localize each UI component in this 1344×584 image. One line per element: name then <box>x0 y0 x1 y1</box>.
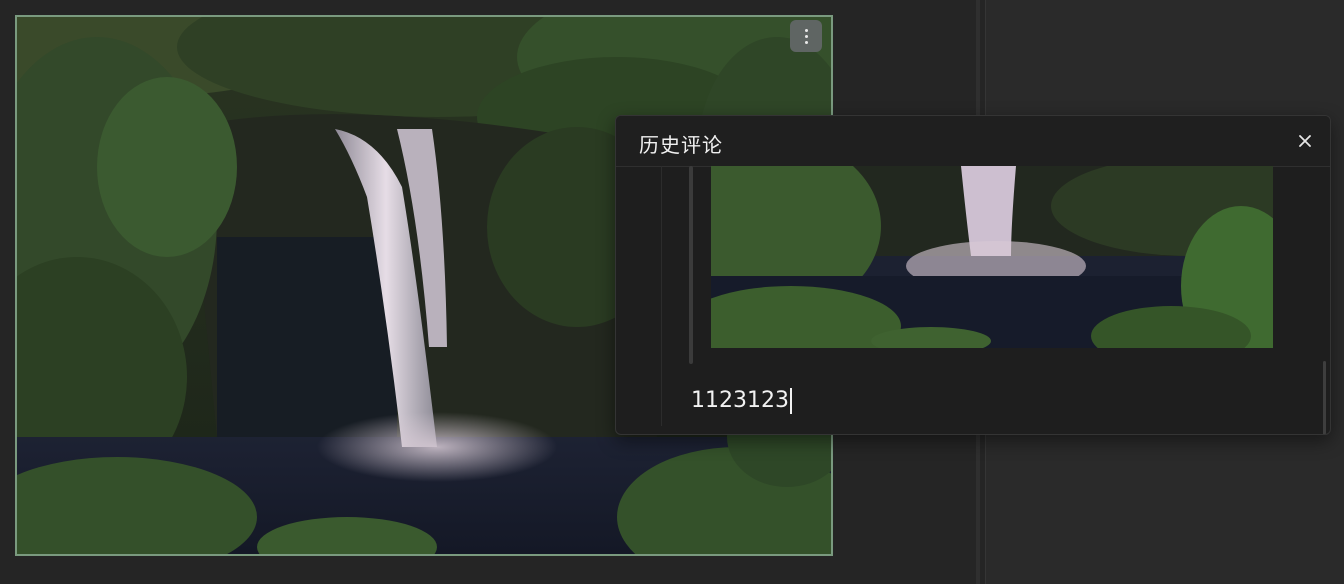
dialog-title: 历史评论 <box>639 133 723 157</box>
quote-bar <box>689 166 693 364</box>
waterfall-thumbnail-photo <box>711 166 1273 348</box>
thread-line <box>661 166 662 426</box>
comment-input[interactable]: 1123123 <box>691 386 1251 416</box>
close-icon <box>1299 135 1311 147</box>
dialog-header: 历史评论 <box>616 116 1330 167</box>
more-options-button[interactable] <box>790 20 822 52</box>
text-caret <box>789 388 792 414</box>
dialog-body: 1123123 <box>616 166 1330 434</box>
dialog-scrollbar[interactable] <box>1323 361 1326 434</box>
comment-image-thumbnail[interactable] <box>711 166 1273 348</box>
more-vertical-icon <box>804 28 808 44</box>
app-window: 历史评论 1123123 <box>0 0 1344 584</box>
close-button[interactable] <box>1294 130 1316 152</box>
comment-text: 1123123 <box>691 388 789 413</box>
history-comments-dialog: 历史评论 1123123 <box>615 115 1331 435</box>
